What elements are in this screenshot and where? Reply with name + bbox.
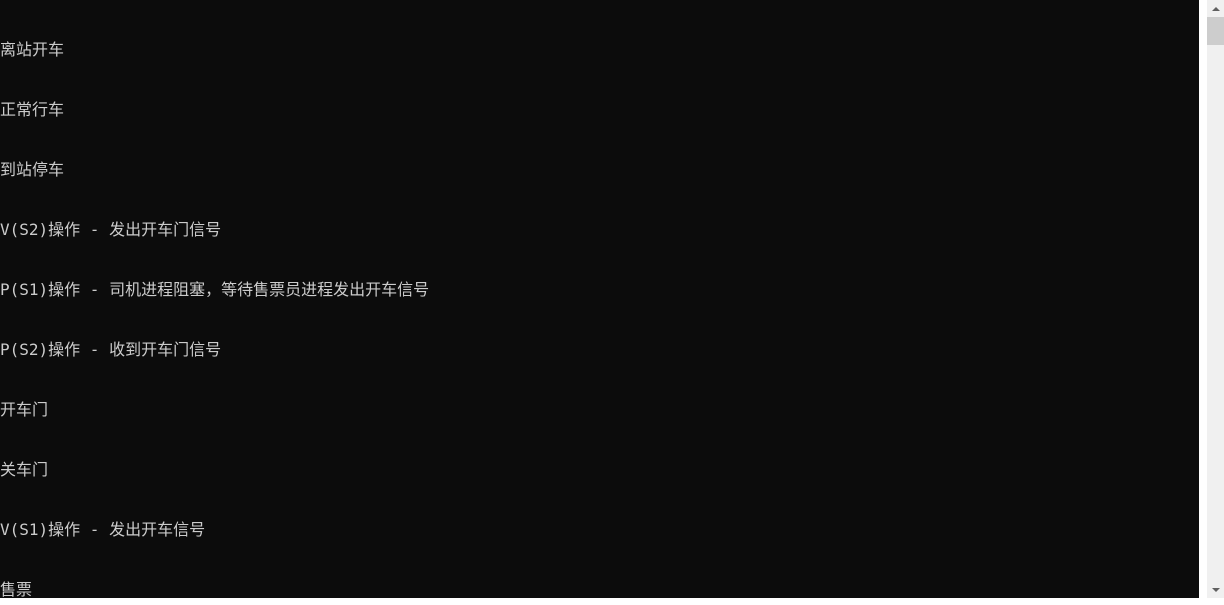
console-line: 离站开车 (0, 40, 1199, 60)
chevron-up-icon (1212, 7, 1220, 11)
console-line: V(S1)操作 - 发出开车信号 (0, 520, 1199, 540)
console-line: 开车门 (0, 400, 1199, 420)
console-line: P(S1)操作 - 司机进程阻塞，等待售票员进程发出开车信号 (0, 280, 1199, 300)
scrollbar-thumb[interactable] (1207, 17, 1224, 45)
console-content: 离站开车 正常行车 到站停车 V(S2)操作 - 发出开车门信号 P(S1)操作… (0, 0, 1199, 598)
console-line: P(S2)操作 - 收到开车门信号 (0, 340, 1199, 360)
console-line: 关车门 (0, 460, 1199, 480)
console-line: V(S2)操作 - 发出开车门信号 (0, 220, 1199, 240)
scrollbar-button-down[interactable] (1207, 581, 1224, 598)
scrollbar-vertical[interactable] (1207, 0, 1224, 598)
console-line: 售票 (0, 580, 1199, 598)
scrollbar-button-up[interactable] (1207, 0, 1224, 17)
chevron-down-icon (1212, 588, 1220, 592)
console-line: 正常行车 (0, 100, 1199, 120)
console-window: 离站开车 正常行车 到站停车 V(S2)操作 - 发出开车门信号 P(S1)操作… (0, 0, 1199, 598)
console-line: 到站停车 (0, 160, 1199, 180)
bottom-strip (0, 598, 1224, 605)
